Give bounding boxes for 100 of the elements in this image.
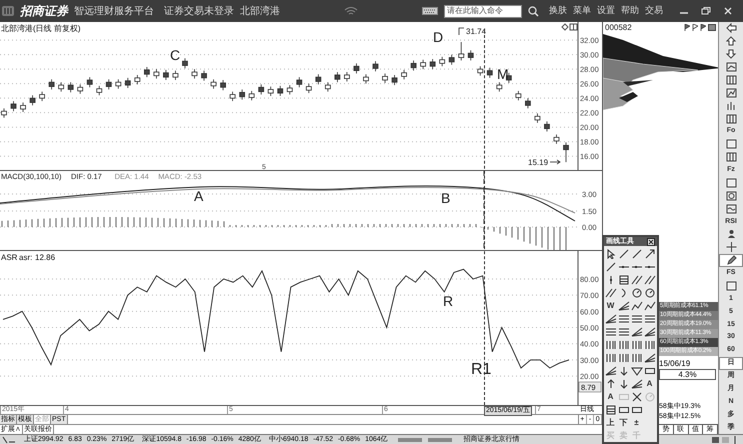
candle [334,72,340,83]
tool-button[interactable]: 上 [604,416,617,429]
menu-item[interactable]: 设置 [597,4,615,18]
tool-button[interactable] [604,403,617,416]
candle [210,78,216,90]
candle [1,108,7,118]
candle [563,142,569,162]
candle [124,77,131,88]
tool-button[interactable] [643,299,656,312]
circle-tool-icon [644,288,656,298]
tool-button[interactable] [630,377,643,390]
chart-annotation: B [441,190,450,206]
low-price-label: 15.19 [528,158,548,167]
search-icon[interactable] [528,6,539,16]
menu-item[interactable]: 帮助 [621,4,639,18]
tool-button[interactable] [643,351,656,364]
line-tool-icon [604,262,616,272]
tool-button[interactable] [630,273,643,286]
bars-tool-icon [604,352,616,362]
down-tool-icon [618,366,630,376]
tool-button[interactable] [643,338,656,351]
login-status[interactable]: 证券交易未登录 [164,4,234,18]
candle [30,94,36,106]
tool-button[interactable]: 下 [617,416,630,429]
candle [315,74,322,85]
candle [96,85,102,96]
flag-icon[interactable] [700,24,706,32]
grid-icon[interactable] [708,24,716,32]
wifi-icon [344,7,358,15]
circle-tool-icon [644,392,656,402]
tool-button[interactable] [617,273,630,286]
menu-item[interactable]: 换肤 [549,4,567,18]
keyboard-icon[interactable] [422,7,438,15]
tool-button[interactable]: ± [630,416,643,429]
tool-button[interactable] [630,325,643,338]
candle [58,82,64,92]
candle [172,70,178,80]
tool-button[interactable] [604,338,617,351]
down-icon [726,49,736,60]
command-search-field[interactable]: 请在此输入命令 [444,4,522,18]
candle [468,50,474,61]
indicator-reading: 12.86 [35,253,56,262]
tool-button[interactable] [617,351,630,364]
tool-button[interactable] [643,325,656,338]
chart-annotation: C [170,47,180,63]
tool-button[interactable] [604,312,617,325]
tool-button[interactable] [630,286,643,299]
candle [10,100,16,112]
tool-button[interactable] [643,247,656,260]
tool-button[interactable] [604,286,617,299]
diamond-icon[interactable] [561,23,569,31]
candle [86,76,93,88]
fan-tool-icon [630,326,642,336]
menu-item[interactable]: 菜单 [573,4,591,18]
circle-icon [726,190,736,201]
chart-annotation: M [497,66,509,82]
move-icon [726,242,736,252]
ratio-box: 4.3% [659,369,716,380]
tool-button[interactable] [643,286,656,299]
bars-tool-icon [630,340,642,350]
tool-button[interactable] [617,247,630,260]
restore-icon[interactable] [701,7,711,15]
parallel-tool-icon [630,274,642,284]
circle-tool-icon [630,288,642,298]
tool-button[interactable] [604,364,617,377]
tool-button[interactable]: A [604,390,617,403]
flag-icon[interactable] [692,24,698,32]
flag-icon[interactable] [684,24,690,32]
candle [182,58,188,69]
candle [354,62,360,74]
fan-tool-icon [630,378,642,388]
tool-button[interactable] [617,338,630,351]
tool-button[interactable] [630,338,643,351]
candle [420,59,426,70]
candle [134,74,140,85]
tool-button[interactable] [604,351,617,364]
candle [477,66,484,76]
chart-icon [726,62,736,72]
rect-tool-icon [644,366,656,376]
tool-button[interactable] [630,299,643,312]
panel-icon[interactable] [570,24,578,30]
candle [534,113,540,124]
menu-item[interactable]: 交易 [645,4,663,18]
tool-button[interactable] [617,299,630,312]
bars-tool-icon [630,352,642,362]
close-icon[interactable] [647,238,655,246]
tool-button[interactable]: A [643,377,656,390]
tool-button[interactable] [630,390,643,403]
candle [20,102,26,112]
toolbar-button[interactable] [719,254,743,267]
bars-icon [726,100,736,111]
tool-button[interactable] [604,260,617,273]
zigzag-tool-icon [644,300,656,310]
tool-button[interactable] [630,351,643,364]
candle [515,90,522,101]
channel-tool-icon [618,326,630,336]
arrow-icon [550,160,561,164]
tool-button[interactable] [630,247,643,260]
tool-button[interactable]: W [604,299,617,312]
tool-button[interactable] [643,273,656,286]
